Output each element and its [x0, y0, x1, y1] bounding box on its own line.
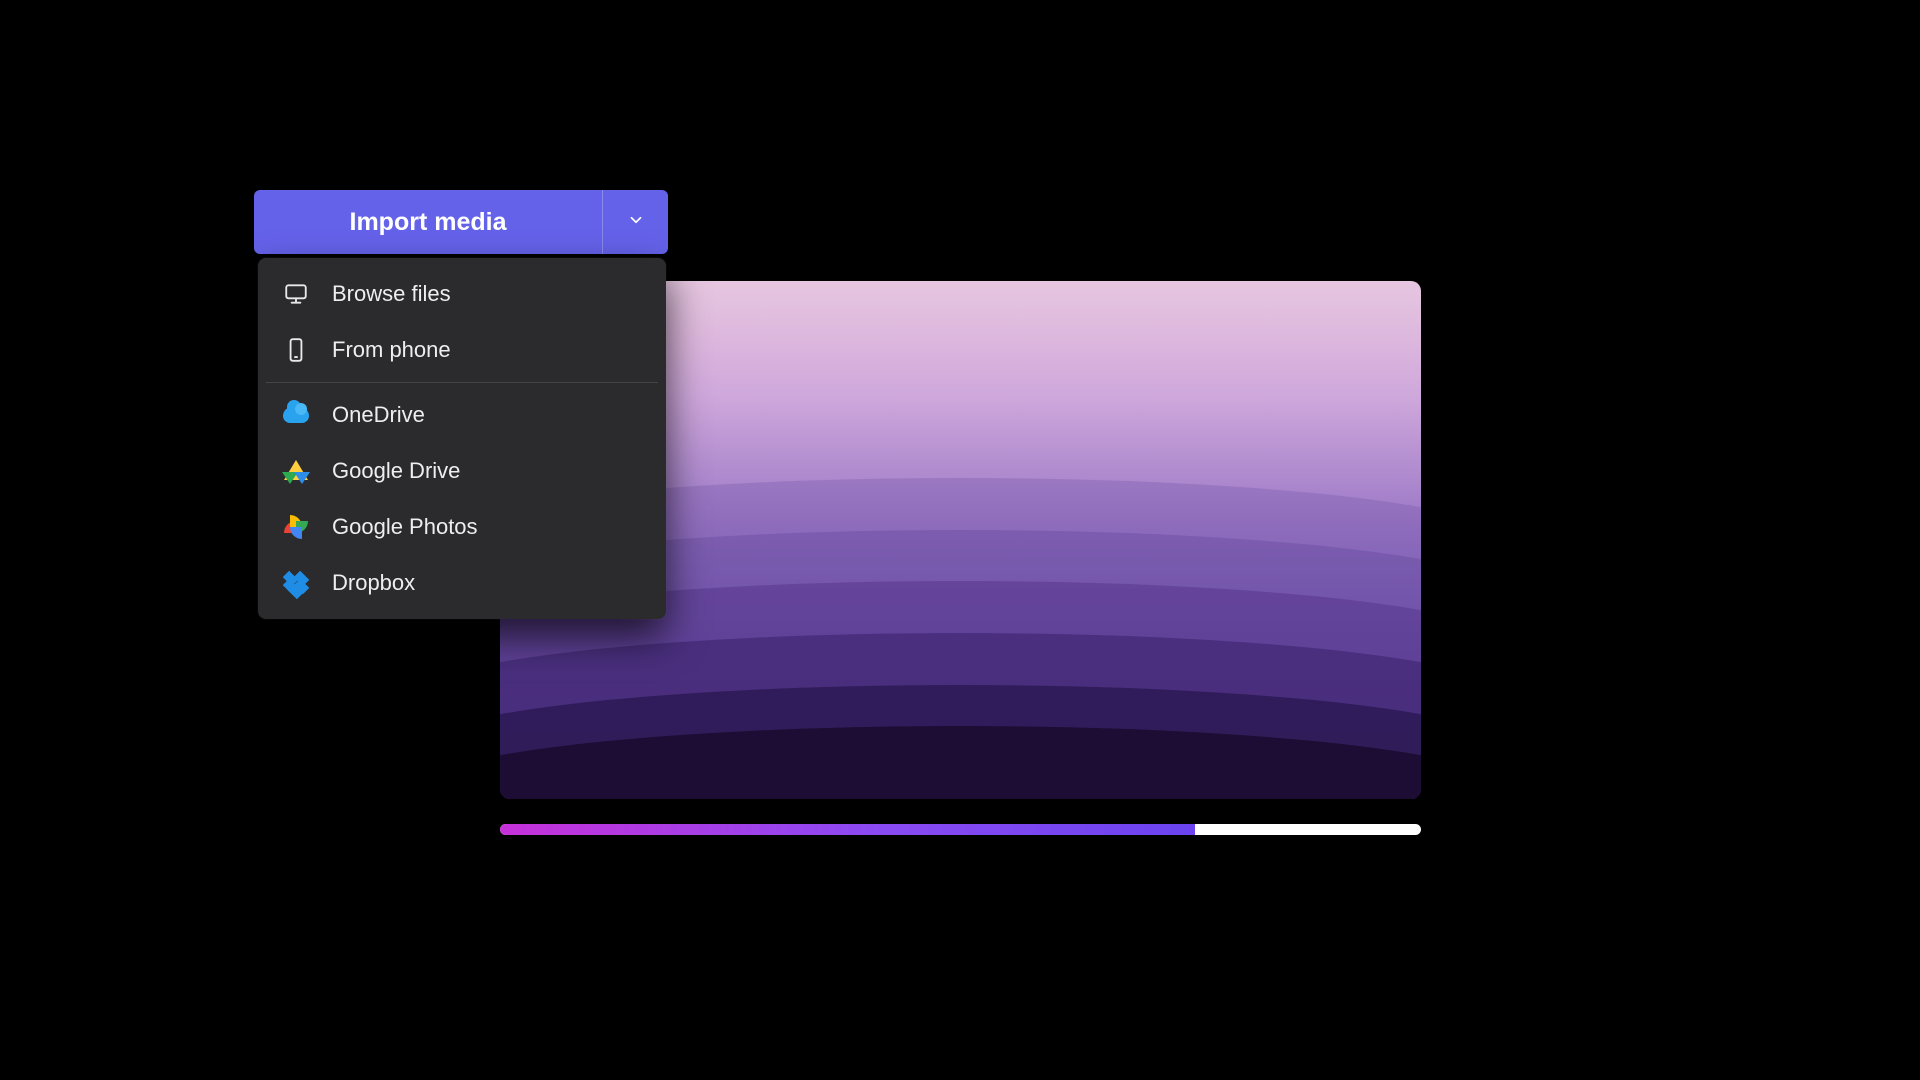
phone-icon — [282, 336, 310, 364]
upload-progress-fill — [500, 824, 1195, 835]
menu-item-label: Google Photos — [332, 514, 478, 540]
menu-item-label: From phone — [332, 337, 451, 363]
import-media-button[interactable]: Import media — [254, 190, 602, 254]
menu-item-onedrive[interactable]: OneDrive — [258, 387, 666, 443]
menu-separator — [266, 382, 658, 383]
menu-item-from-phone[interactable]: From phone — [258, 322, 666, 378]
dropbox-icon — [282, 569, 310, 597]
menu-item-google-photos[interactable]: Google Photos — [258, 499, 666, 555]
upload-progress — [500, 824, 1421, 835]
import-media-split-button: Import media — [254, 190, 668, 254]
import-source-menu: Browse files From phone OneDrive Google … — [258, 258, 666, 619]
menu-item-label: Browse files — [332, 281, 451, 307]
onedrive-icon — [282, 401, 310, 429]
chevron-down-icon — [627, 211, 645, 234]
menu-item-google-drive[interactable]: Google Drive — [258, 443, 666, 499]
import-media-dropdown-toggle[interactable] — [602, 190, 668, 254]
menu-item-browse-files[interactable]: Browse files — [258, 266, 666, 322]
menu-item-label: Google Drive — [332, 458, 460, 484]
google-drive-icon — [282, 457, 310, 485]
google-photos-icon — [282, 513, 310, 541]
monitor-icon — [282, 280, 310, 308]
menu-item-dropbox[interactable]: Dropbox — [258, 555, 666, 611]
menu-item-label: OneDrive — [332, 402, 425, 428]
menu-item-label: Dropbox — [332, 570, 415, 596]
